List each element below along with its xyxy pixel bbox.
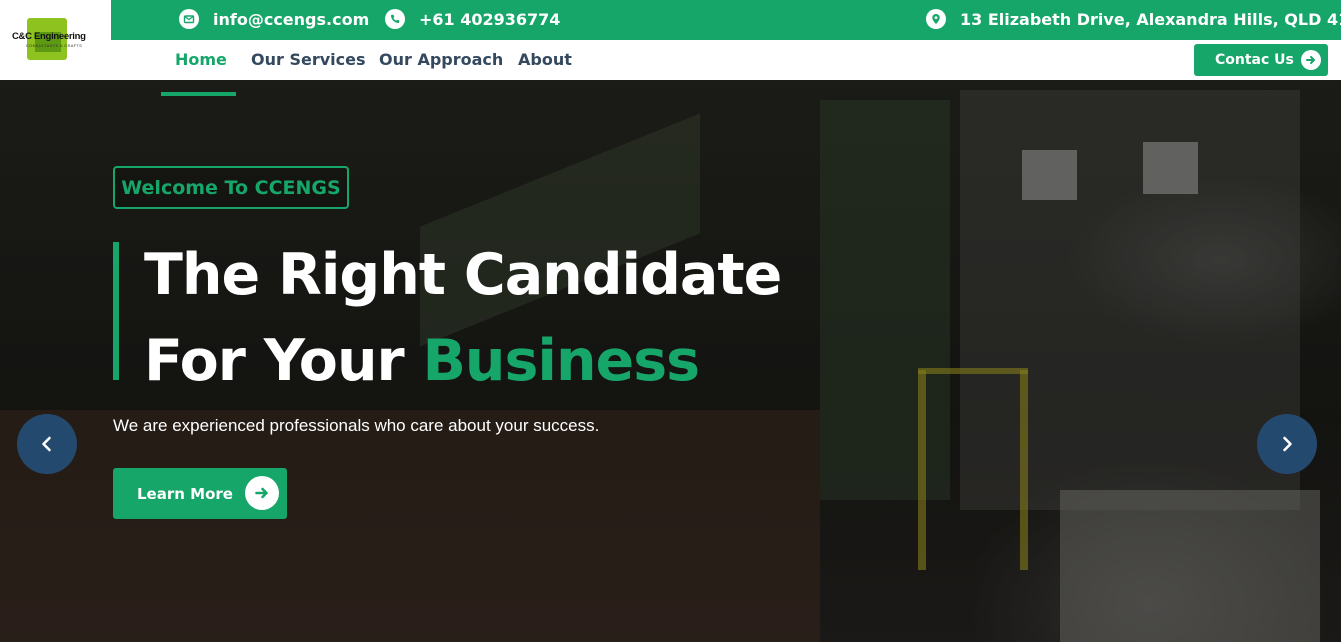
learn-more-button[interactable]: Learn More xyxy=(113,468,287,519)
arrow-right-circle-icon xyxy=(245,476,279,510)
slider-prev-button[interactable] xyxy=(17,414,77,474)
logo-tagline: CONSULTANTS & CRAFTS xyxy=(26,43,83,48)
chevron-right-icon xyxy=(1283,436,1292,452)
headline-accent-bar xyxy=(113,242,119,380)
phone-text: +61 402936774 xyxy=(419,9,561,29)
map-pin-icon xyxy=(926,9,946,29)
email-link[interactable]: info@ccengs.com xyxy=(179,9,369,29)
top-contact-bar: info@ccengs.com +61 402936774 13 Elizabe… xyxy=(111,0,1341,40)
logo-name: C&C Engineering xyxy=(12,31,86,42)
site-logo[interactable]: C&C Engineering CONSULTANTS & CRAFTS xyxy=(0,0,111,80)
nav-home[interactable]: Home xyxy=(175,50,227,69)
hero-slider: Welcome To CCENGS The Right Candidate Fo… xyxy=(0,80,1341,642)
headline-line-1: The Right Candidate xyxy=(144,242,782,308)
email-text: info@ccengs.com xyxy=(213,9,370,29)
arrow-right-circle-icon xyxy=(1301,50,1321,70)
nav-our-services[interactable]: Our Services xyxy=(251,50,366,69)
welcome-badge: Welcome To CCENGS xyxy=(113,166,349,209)
main-nav: Home Our Services Our Approach About Con… xyxy=(111,40,1341,80)
envelope-icon xyxy=(179,9,199,29)
phone-link[interactable]: +61 402936774 xyxy=(385,9,560,29)
chevron-left-icon xyxy=(42,436,51,452)
headline-line-2: For Your Business xyxy=(144,318,781,404)
hero-headline: The Right Candidate For Your Business xyxy=(144,232,782,404)
headline-accent-word: Business xyxy=(422,328,700,394)
nav-our-approach[interactable]: Our Approach xyxy=(379,50,503,69)
contact-us-label: Contac Us xyxy=(1215,52,1294,68)
headline-line-2-prefix: For Your xyxy=(144,328,423,394)
address-info: 13 Elizabeth Drive, Alexandra Hills, QLD… xyxy=(926,9,1341,29)
hero-subtext: We are experienced professionals who car… xyxy=(113,416,600,435)
contact-us-button[interactable]: Contac Us xyxy=(1194,44,1328,76)
phone-icon xyxy=(385,9,405,29)
slider-next-button[interactable] xyxy=(1257,414,1317,474)
learn-more-label: Learn More xyxy=(137,484,233,503)
address-text: 13 Elizabeth Drive, Alexandra Hills, QLD… xyxy=(960,9,1341,29)
nav-about[interactable]: About xyxy=(518,50,572,69)
nav-active-indicator xyxy=(161,92,236,96)
